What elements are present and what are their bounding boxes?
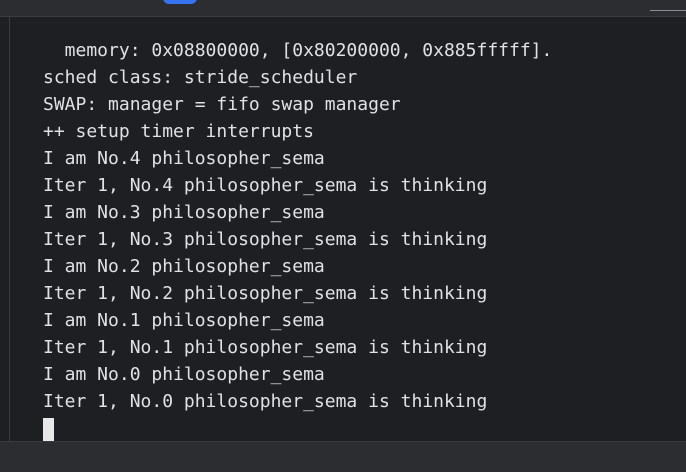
terminal-line: Iter 1, No.1 philosopher_sema is thinkin… bbox=[43, 337, 488, 358]
header-divider bbox=[650, 10, 686, 11]
terminal-line: sched class: stride_scheduler bbox=[43, 67, 358, 88]
status-bar bbox=[0, 441, 686, 472]
terminal-line: I am No.2 philosopher_sema bbox=[43, 256, 325, 277]
terminal-line: Iter 1, No.3 philosopher_sema is thinkin… bbox=[43, 229, 488, 250]
terminal-cursor-icon bbox=[43, 418, 54, 441]
terminal-line: ++ setup timer interrupts bbox=[43, 121, 314, 142]
terminal-line: Iter 1, No.4 philosopher_sema is thinkin… bbox=[43, 175, 488, 196]
terminal-line: I am No.4 philosopher_sema bbox=[43, 148, 325, 169]
terminal-line: I am No.3 philosopher_sema bbox=[43, 202, 325, 223]
terminal-line: I am No.1 philosopher_sema bbox=[43, 310, 325, 331]
terminal-output[interactable]: memory: 0x08800000, [0x80200000, 0x885ff… bbox=[10, 17, 686, 441]
tool-window-header bbox=[0, 0, 686, 17]
terminal-window: memory: 0x08800000, [0x80200000, 0x885ff… bbox=[0, 0, 686, 472]
terminal-lines: memory: 0x08800000, [0x80200000, 0x885ff… bbox=[43, 37, 552, 441]
terminal-line: Iter 1, No.2 philosopher_sema is thinkin… bbox=[43, 283, 488, 304]
terminal-line: SWAP: manager = fifo swap manager bbox=[43, 94, 401, 115]
cursor-line bbox=[43, 415, 552, 441]
terminal-line: I am No.0 philosopher_sema bbox=[43, 364, 325, 385]
active-tab-indicator[interactable] bbox=[163, 0, 197, 4]
terminal-line: Iter 1, No.0 philosopher_sema is thinkin… bbox=[43, 391, 488, 412]
terminal-line: memory: 0x08800000, [0x80200000, 0x885ff… bbox=[43, 40, 553, 61]
